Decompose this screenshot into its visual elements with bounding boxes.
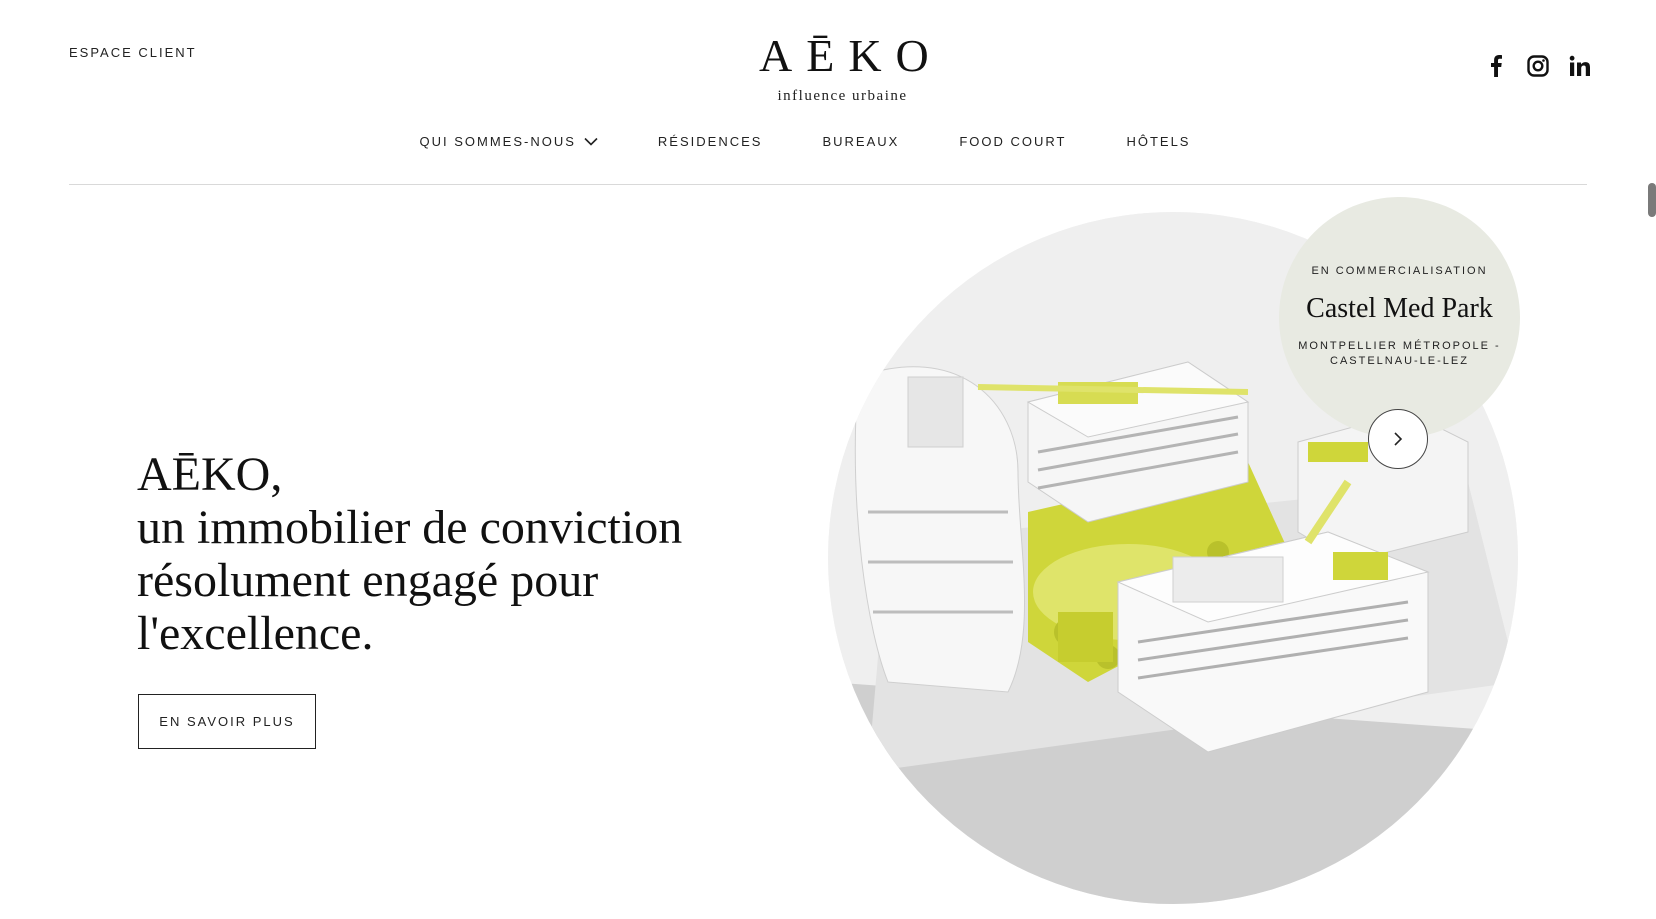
nav-item-qui-sommes-nous[interactable]: QUI SOMMES-NOUS: [420, 134, 598, 149]
espace-client-link[interactable]: ESPACE CLIENT: [69, 45, 197, 60]
social-links: [1484, 54, 1592, 78]
badge-kicker: EN COMMERCIALISATION: [1311, 265, 1488, 277]
project-location: MONTPELLIER MÉTROPOLE - CASTELNAU-LE-LEZ: [1279, 339, 1520, 369]
nav-item-food-court[interactable]: FOOD COURT: [959, 134, 1066, 149]
hero-line: résolument engagé pour: [137, 554, 599, 607]
hero-heading: AĒKO, un immobilier de conviction résolu…: [137, 448, 682, 660]
nav-item-label: HÔTELS: [1126, 134, 1191, 149]
feature-badge: EN COMMERCIALISATION Castel Med Park MON…: [1279, 197, 1520, 438]
scrollbar-thumb[interactable]: [1648, 183, 1656, 217]
main-nav: QUI SOMMES-NOUS RÉSIDENCES BUREAUX FOOD …: [0, 134, 1656, 149]
hero-line: l'excellence.: [137, 607, 374, 660]
nav-item-label: FOOD COURT: [959, 134, 1067, 149]
facebook-icon[interactable]: [1484, 54, 1508, 78]
logo-wordmark: AĒKO: [759, 30, 943, 81]
project-title: Castel Med Park: [1306, 293, 1493, 324]
next-project-button[interactable]: [1368, 409, 1428, 469]
logo-tagline: influence urbaine: [777, 88, 908, 104]
hero-line: un immobilier de conviction: [137, 501, 683, 554]
linkedin-icon[interactable]: [1568, 54, 1592, 78]
nav-item-bureaux[interactable]: BUREAUX: [822, 134, 899, 149]
nav-item-label: QUI SOMMES-NOUS: [419, 134, 576, 149]
chevron-right-icon: [1394, 432, 1403, 446]
nav-item-residences[interactable]: RÉSIDENCES: [658, 134, 763, 149]
nav-item-label: RÉSIDENCES: [657, 134, 763, 149]
header-divider: [69, 184, 1587, 185]
logo[interactable]: AĒKO influence urbaine: [745, 30, 940, 105]
instagram-icon[interactable]: [1526, 54, 1550, 78]
chevron-down-icon: [584, 137, 598, 146]
project-location-line: MONTPELLIER MÉTROPOLE -: [1298, 340, 1501, 352]
nav-item-label: BUREAUX: [822, 134, 900, 149]
hero-line: AĒKO,: [137, 448, 283, 501]
project-location-line: CASTELNAU-LE-LEZ: [1330, 355, 1469, 367]
en-savoir-plus-button[interactable]: EN SAVOIR PLUS: [138, 694, 316, 749]
nav-item-hotels[interactable]: HÔTELS: [1126, 134, 1190, 149]
